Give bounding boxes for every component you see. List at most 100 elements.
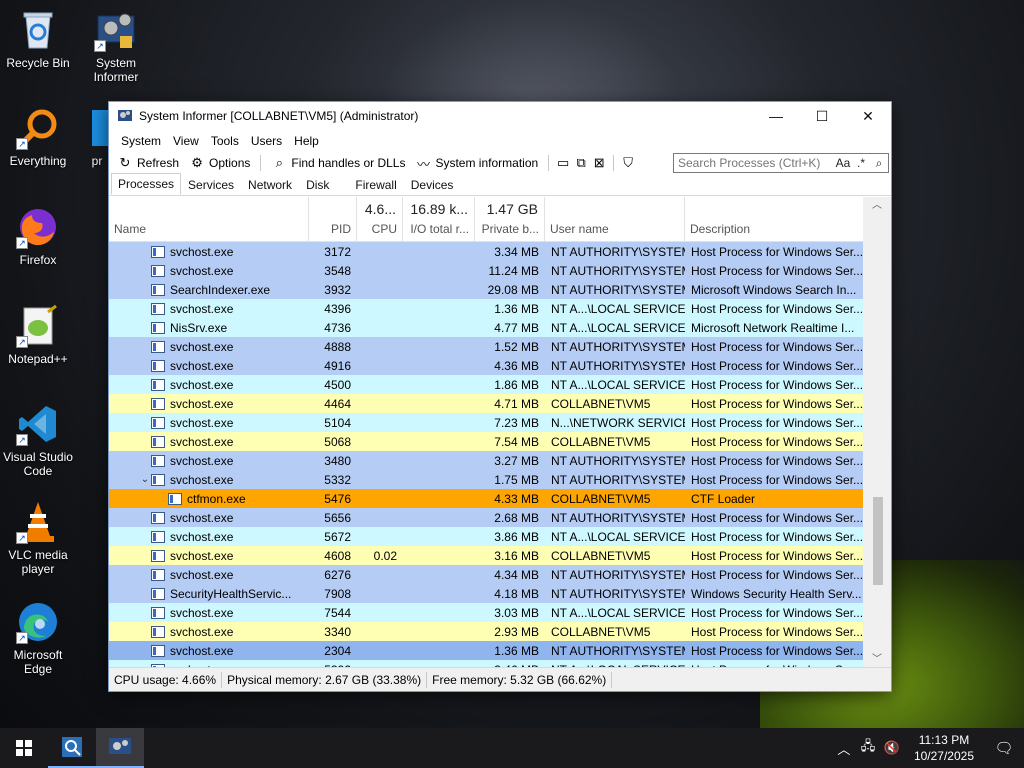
column-header-io-total[interactable]: 16.89 k... I/O total r... — [403, 197, 475, 241]
menu-help[interactable]: Help — [288, 134, 325, 148]
vertical-scrollbar[interactable]: ︿ ﹀ — [863, 197, 891, 669]
tree-expand-chevron-icon[interactable]: ⌄ — [139, 474, 151, 485]
tab-devices[interactable]: Devices — [404, 175, 461, 195]
desktop-icon-vlc[interactable]: ↗ VLC media player — [0, 500, 76, 576]
desktop-icon-notepadpp[interactable]: ↗ Notepad++ — [0, 304, 76, 366]
close-button[interactable]: ✕ — [845, 102, 891, 130]
process-name-cell: svchost.exe — [109, 302, 309, 316]
minimize-button[interactable]: — — [753, 102, 799, 130]
process-row[interactable]: SearchIndexer.exe 3932 29.08 MB NT AUTHORIT… — [109, 280, 864, 299]
options-button[interactable]: ⚙ Options — [185, 155, 254, 171]
process-row[interactable]: svchost.exe 5656 2.68 MB NT AUTHORITY\SYSTE… — [109, 508, 864, 527]
tab-disk[interactable]: Disk — [299, 175, 336, 195]
process-name-cell: svchost.exe — [109, 416, 309, 430]
start-button[interactable] — [0, 728, 48, 768]
maximize-button[interactable]: ☐ — [799, 102, 845, 130]
volume-muted-icon[interactable]: 🔇 — [880, 740, 904, 756]
process-row[interactable]: svchost.exe 4464 4.71 MB COLLABNET\VM5 Host … — [109, 394, 864, 413]
process-row[interactable]: svchost.exe 5672 3.86 MB NT A...\LOCAL SERV… — [109, 527, 864, 546]
column-header-pid[interactable]: PID — [309, 197, 357, 241]
process-row[interactable]: svchost.exe 4396 1.36 MB NT A...\LOCAL SERV… — [109, 299, 864, 318]
process-row[interactable]: ⌄ svchost.exe 5332 1.75 MB NT AUTHORITY\SYST… — [109, 470, 864, 489]
column-header-name[interactable]: Name — [109, 197, 309, 241]
desktop-icon-vscode[interactable]: ↗ Visual Studio Code — [0, 402, 76, 478]
process-row[interactable]: svchost.exe 6276 4.34 MB NT AUTHORITY\SYSTE… — [109, 565, 864, 584]
taskbar-system-informer[interactable] — [96, 728, 144, 768]
process-user-name: NT AUTHORITY\SYSTEM — [551, 453, 685, 468]
recycle-bin-icon — [16, 8, 60, 52]
regex-button[interactable]: .* — [852, 156, 870, 170]
search-processes-box[interactable]: Aa .* ⌕ — [673, 153, 889, 173]
search-processes-input[interactable] — [678, 156, 834, 170]
scrollbar-thumb[interactable] — [873, 497, 883, 585]
tab-network[interactable]: Network — [241, 175, 299, 195]
system-information-button[interactable]: 〰 System information — [411, 155, 542, 172]
process-name-cell: svchost.exe — [109, 568, 309, 582]
process-row[interactable]: svchost.exe 4888 1.52 MB NT AUTHORITY\SYSTE… — [109, 337, 864, 356]
process-row[interactable]: ctfmon.exe 5476 4.33 MB COLLABNET\VM5 CTF Lo… — [109, 489, 864, 508]
process-name: SecurityHealthServic... — [170, 586, 292, 601]
column-header-description[interactable]: Description — [685, 197, 864, 241]
process-pid: 4396 — [324, 301, 351, 316]
network-icon[interactable]: 🖧 — [856, 737, 880, 759]
process-row[interactable]: svchost.exe 5068 7.54 MB COLLABNET\VM5 Host … — [109, 432, 864, 451]
close-window-icon[interactable]: ⊠ — [591, 155, 607, 171]
search-icon[interactable]: ⌕ — [870, 156, 888, 171]
process-user-name: NT A...\LOCAL SERVICE — [551, 605, 685, 620]
chevron-up-icon[interactable]: ︿ — [832, 739, 856, 758]
title-bar[interactable]: System Informer [COLLABNET\VM5] (Adminis… — [109, 102, 891, 130]
process-name-cell: svchost.exe — [109, 397, 309, 411]
column-header-user-name[interactable]: User name — [545, 197, 685, 241]
process-description: CTF Loader — [691, 491, 756, 506]
find-handles-button[interactable]: ⌕ Find handles or DLLs — [267, 155, 409, 171]
process-row[interactable]: svchost.exe 3340 2.93 MB COLLABNET\VM5 Host … — [109, 622, 864, 641]
desktop-icon-recycle-bin[interactable]: Recycle Bin — [0, 8, 76, 70]
system-information-label: System information — [435, 156, 539, 170]
menu-tools[interactable]: Tools — [205, 134, 245, 148]
process-row[interactable]: svchost.exe 3172 3.34 MB NT AUTHORITY\SYSTE… — [109, 242, 864, 261]
process-name: svchost.exe — [170, 548, 234, 563]
process-row[interactable]: svchost.exe 7544 3.03 MB NT A...\LOCAL SERV… — [109, 603, 864, 622]
scroll-up-icon[interactable]: ︿ — [863, 197, 891, 215]
process-row[interactable]: svchost.exe 5104 7.23 MB N...\NETWORK SERVI… — [109, 413, 864, 432]
tab-firewall[interactable]: Firewall — [348, 175, 403, 195]
process-row[interactable]: svchost.exe 4500 1.86 MB NT A...\LOCAL SERV… — [109, 375, 864, 394]
tab-services[interactable]: Services — [181, 175, 241, 195]
process-private-bytes: 1.36 MB — [494, 301, 539, 316]
process-row[interactable]: NisSrv.exe 4736 4.77 MB NT A...\LOCAL SERVI… — [109, 318, 864, 337]
process-icon — [151, 625, 165, 638]
notepadpp-icon: ↗ — [16, 304, 60, 348]
desktop-icon-firefox[interactable]: ↗ Firefox — [0, 205, 76, 267]
process-row[interactable]: svchost.exe 4916 4.36 MB NT AUTHORITY\SYSTE… — [109, 356, 864, 375]
gear-icon: ⚙ — [191, 155, 203, 170]
process-pid: 5476 — [324, 491, 351, 506]
taskbar-everything[interactable] — [48, 728, 96, 768]
process-row[interactable]: svchost.exe 3480 3.27 MB NT AUTHORITY\SYSTE… — [109, 451, 864, 470]
process-row[interactable]: svchost.exe 4608 0.02 3.16 MB COLLABNET\VM5 H… — [109, 546, 864, 565]
clock[interactable]: 11:13 PM 10/27/2025 — [904, 732, 984, 764]
desktop-icon-edge[interactable]: ↗ Microsoft Edge — [0, 600, 76, 676]
process-private-bytes: 1.52 MB — [494, 339, 539, 354]
menu-view[interactable]: View — [167, 134, 205, 148]
process-description: Host Process for Windows Ser... — [691, 434, 864, 449]
menu-system[interactable]: System — [115, 134, 167, 148]
column-header-cpu[interactable]: 4.6... CPU — [357, 197, 403, 241]
process-name-cell: svchost.exe — [109, 245, 309, 259]
match-case-button[interactable]: Aa — [834, 156, 852, 170]
shield-icon[interactable]: ⛉ — [620, 155, 636, 171]
process-pid: 4916 — [324, 358, 351, 373]
desktop-icon-everything[interactable]: ↗ Everything — [0, 106, 76, 168]
find-window-icon[interactable]: ⧉ — [573, 155, 589, 171]
desktop-icon-partial[interactable]: pr — [86, 106, 108, 168]
process-row[interactable]: svchost.exe 3548 11.24 MB NT AUTHORITY\SYST… — [109, 261, 864, 280]
process-row[interactable]: SecurityHealthServic... 7908 4.18 MB NT AUT… — [109, 584, 864, 603]
menu-users[interactable]: Users — [245, 134, 288, 148]
notification-icon[interactable]: 🗨 — [984, 739, 1024, 757]
refresh-button[interactable]: ↻ Refresh — [113, 155, 183, 171]
window-icon[interactable]: ▭ — [555, 155, 571, 171]
process-private-bytes: 1.75 MB — [494, 472, 539, 487]
tab-processes[interactable]: Processes — [111, 173, 182, 195]
column-header-private-bytes[interactable]: 1.47 GB Private b... — [475, 197, 545, 241]
process-row[interactable]: svchost.exe 2304 1.36 MB NT AUTHORITY\SYSTE… — [109, 641, 864, 660]
desktop-icon-system-informer[interactable]: ↗ System Informer — [78, 8, 154, 84]
